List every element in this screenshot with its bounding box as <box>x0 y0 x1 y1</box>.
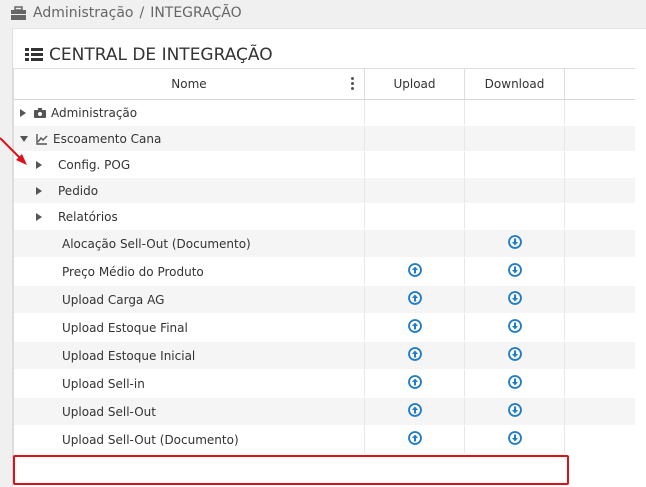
column-header-name-label: Nome <box>171 77 207 91</box>
download-icon[interactable] <box>508 263 522 277</box>
row-label[interactable]: Upload Estoque Inicial <box>62 349 195 363</box>
row-name: Alocação Sell-Out (Documento) <box>62 230 251 257</box>
caret-right-icon[interactable] <box>36 186 42 195</box>
panel-title: CENTRAL DE INTEGRAÇÃO <box>25 45 273 65</box>
column-header-upload[interactable]: Upload <box>365 69 465 99</box>
row-label[interactable]: Upload Estoque Final <box>62 321 188 335</box>
table-row[interactable]: Upload Carga AG <box>14 286 635 314</box>
row-label[interactable]: Upload Sell-Out (Documento) <box>62 433 239 447</box>
row-label[interactable]: Administração <box>51 106 137 120</box>
download-icon[interactable] <box>508 291 522 305</box>
list-icon <box>25 48 43 61</box>
grid-cell <box>365 152 465 177</box>
annotation-arrow-icon <box>0 137 27 165</box>
upload-icon[interactable] <box>408 431 422 445</box>
column-header-name[interactable]: Nome <box>14 69 365 99</box>
download-icon[interactable] <box>508 431 522 445</box>
row-name: Upload Sell-in <box>62 370 145 397</box>
row-name: Escoamento Cana <box>20 126 161 151</box>
download-icon[interactable] <box>508 375 522 389</box>
row-label[interactable]: Config. POG <box>58 158 130 172</box>
row-label[interactable]: Pedido <box>58 184 98 198</box>
grid-header: Nome Upload Download <box>14 69 635 100</box>
download-icon[interactable] <box>508 403 522 417</box>
row-name: Upload Sell-Out <box>62 398 156 425</box>
row-name: Upload Carga AG <box>62 286 164 313</box>
row-label[interactable]: Relatórios <box>58 210 118 224</box>
table-row[interactable]: Upload Sell-in <box>14 370 635 398</box>
grid-cell <box>465 178 565 203</box>
table-row[interactable]: Administração <box>14 100 635 126</box>
breadcrumb-root[interactable]: Administração <box>33 5 133 21</box>
upload-icon[interactable] <box>408 263 422 277</box>
integration-grid: Nome Upload Download Administração Escoam… <box>13 68 635 459</box>
row-name: Upload Sell-Out (Documento) <box>62 426 239 453</box>
download-icon[interactable] <box>508 235 522 249</box>
grid-cell <box>465 100 565 125</box>
row-name: Administração <box>20 100 137 125</box>
grid-cell <box>365 204 465 229</box>
upload-icon[interactable] <box>408 403 422 417</box>
table-row[interactable]: Relatórios <box>14 204 635 230</box>
grid-cell <box>365 230 465 257</box>
upload-icon[interactable] <box>408 319 422 333</box>
row-name: Upload Estoque Final <box>62 314 188 341</box>
table-row[interactable]: Config. POG <box>14 152 635 178</box>
row-name: Relatórios <box>36 204 118 229</box>
table-row[interactable]: Alocação Sell-Out (Documento) <box>14 230 635 258</box>
table-row[interactable]: Upload Sell-Out <box>14 398 635 426</box>
grid-cell <box>465 152 565 177</box>
row-name: Config. POG <box>36 152 130 177</box>
row-label[interactable]: Upload Sell-in <box>62 377 145 391</box>
row-label[interactable]: Preço Médio do Produto <box>62 265 204 279</box>
table-row[interactable]: Pedido <box>14 178 635 204</box>
row-name: Preço Médio do Produto <box>62 258 204 285</box>
table-row[interactable]: Escoamento Cana <box>14 126 635 152</box>
row-name: Upload Estoque Inicial <box>62 342 195 369</box>
row-label[interactable]: Upload Carga AG <box>62 293 164 307</box>
upload-icon[interactable] <box>408 375 422 389</box>
breadcrumb: Administração / INTEGRAÇÃO <box>0 0 646 26</box>
grid-cell <box>465 204 565 229</box>
column-header-download-label: Download <box>484 77 545 91</box>
caret-right-icon[interactable] <box>36 212 42 221</box>
panel-title-text: CENTRAL DE INTEGRAÇÃO <box>49 45 273 65</box>
table-row[interactable]: Upload Sell-Out (Documento) <box>14 426 635 454</box>
upload-icon[interactable] <box>408 291 422 305</box>
row-label[interactable]: Upload Sell-Out <box>62 405 156 419</box>
download-icon[interactable] <box>508 347 522 361</box>
caret-right-icon[interactable] <box>20 108 26 117</box>
grid-cell <box>465 126 565 151</box>
grid-cell <box>365 126 465 151</box>
breadcrumb-separator: / <box>139 5 145 21</box>
highlight-box <box>13 455 569 485</box>
grid-cell <box>365 100 465 125</box>
download-icon[interactable] <box>508 319 522 333</box>
grid-cell <box>365 178 465 203</box>
row-name: Pedido <box>36 178 98 203</box>
column-header-download[interactable]: Download <box>465 69 565 99</box>
table-row[interactable]: Upload Estoque Final <box>14 314 635 342</box>
table-row[interactable]: Upload Estoque Inicial <box>14 342 635 370</box>
table-row[interactable]: Preço Médio do Produto <box>14 258 635 286</box>
breadcrumb-current: INTEGRAÇÃO <box>150 5 242 21</box>
column-header-upload-label: Upload <box>393 77 436 91</box>
camera-icon <box>34 107 46 118</box>
column-menu-icon[interactable] <box>351 77 355 91</box>
briefcase-icon <box>11 5 26 20</box>
upload-icon[interactable] <box>408 347 422 361</box>
row-label[interactable]: Alocação Sell-Out (Documento) <box>62 237 251 251</box>
row-label[interactable]: Escoamento Cana <box>53 132 161 146</box>
